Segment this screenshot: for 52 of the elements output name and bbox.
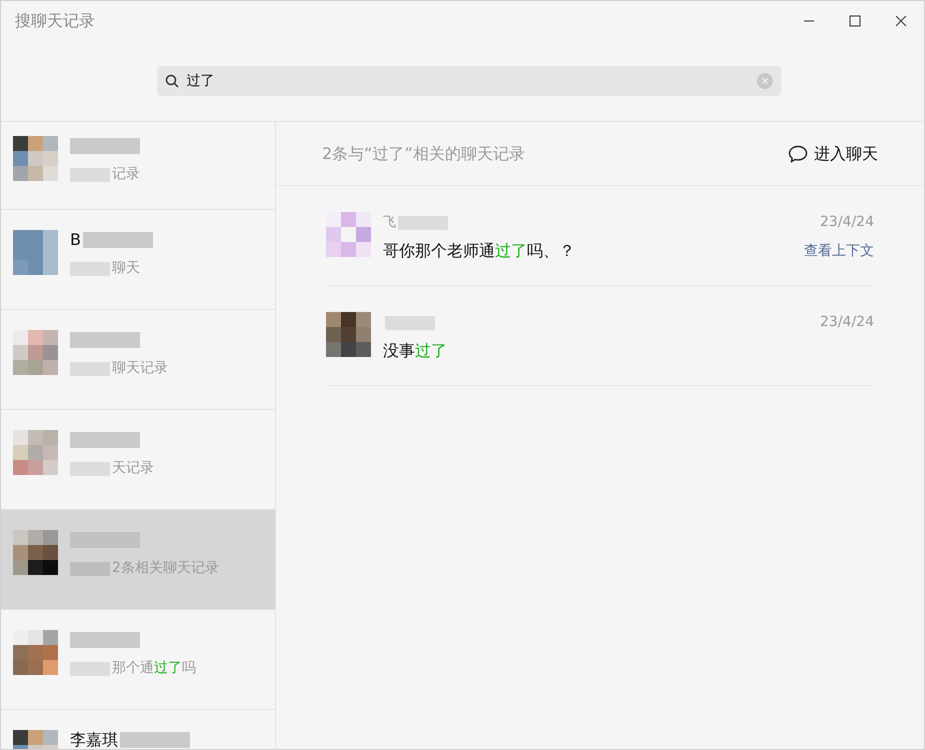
blurred-text <box>70 362 110 376</box>
conversation-item[interactable]: 聊天记录 <box>1 310 275 410</box>
avatar-placeholder <box>326 312 371 357</box>
search-field[interactable]: 过了 <box>156 66 780 96</box>
blurred-name <box>82 232 153 248</box>
sender-name: 飞 <box>383 214 396 232</box>
blurred-name <box>70 432 140 448</box>
avatar-placeholder <box>326 212 371 257</box>
clear-icon[interactable] <box>756 73 772 89</box>
open-chat-button[interactable]: 进入聊天 <box>788 142 878 166</box>
avatar-placeholder <box>13 630 58 675</box>
blurred-name <box>120 732 190 748</box>
conversation-item[interactable]: B 聊天 <box>1 210 275 310</box>
conversation-item[interactable]: 记录 <box>1 122 275 210</box>
match-summary: 记录 <box>112 165 140 184</box>
message-date: 23/4/24 <box>820 213 874 232</box>
avatar-placeholder <box>13 136 58 181</box>
conversation-item[interactable]: 那个通过了吗 <box>1 610 275 710</box>
results-summary: 2条与“过了”相关的聊天记录 <box>322 142 525 164</box>
match-summary: 天记录 <box>112 459 154 478</box>
close-icon <box>895 15 907 27</box>
conversation-item[interactable]: 天记录 <box>1 410 275 510</box>
search-icon <box>164 74 178 88</box>
blurred-text <box>70 168 110 182</box>
chat-bubble-icon <box>788 144 808 162</box>
conversation-item[interactable]: 李嘉琪 <box>1 710 275 749</box>
match-summary: 2条相关聊天记录 <box>112 559 219 578</box>
blurred-name <box>70 138 140 154</box>
message-date: 23/4/24 <box>820 313 874 332</box>
view-context-link[interactable]: 查看上下文 <box>804 240 874 262</box>
blurred-name <box>398 216 448 230</box>
avatar-placeholder <box>13 530 58 575</box>
contact-name: 李嘉琪 <box>70 729 118 749</box>
blurred-text <box>70 662 110 676</box>
match-summary: 聊天记录 <box>112 359 168 378</box>
avatar-placeholder <box>13 230 58 275</box>
blurred-text <box>70 562 110 576</box>
contact-name: B <box>70 229 81 251</box>
window-title: 搜聊天记录 <box>15 10 95 32</box>
message-text: 没事过了 <box>383 340 447 362</box>
search-input[interactable]: 过了 <box>186 70 748 92</box>
match-summary: 聊天 <box>112 259 140 278</box>
avatar-placeholder <box>13 430 58 475</box>
blurred-name <box>70 632 140 648</box>
message-text: 哥你那个老师通过了吗、？ <box>383 240 575 262</box>
blurred-text <box>70 462 110 476</box>
maximize-icon <box>849 15 861 27</box>
blurred-text <box>70 262 110 276</box>
match-summary: 那个通过了吗 <box>112 659 196 678</box>
blurred-name <box>385 316 435 330</box>
blurred-name <box>70 332 140 348</box>
avatar-placeholder <box>13 330 58 375</box>
